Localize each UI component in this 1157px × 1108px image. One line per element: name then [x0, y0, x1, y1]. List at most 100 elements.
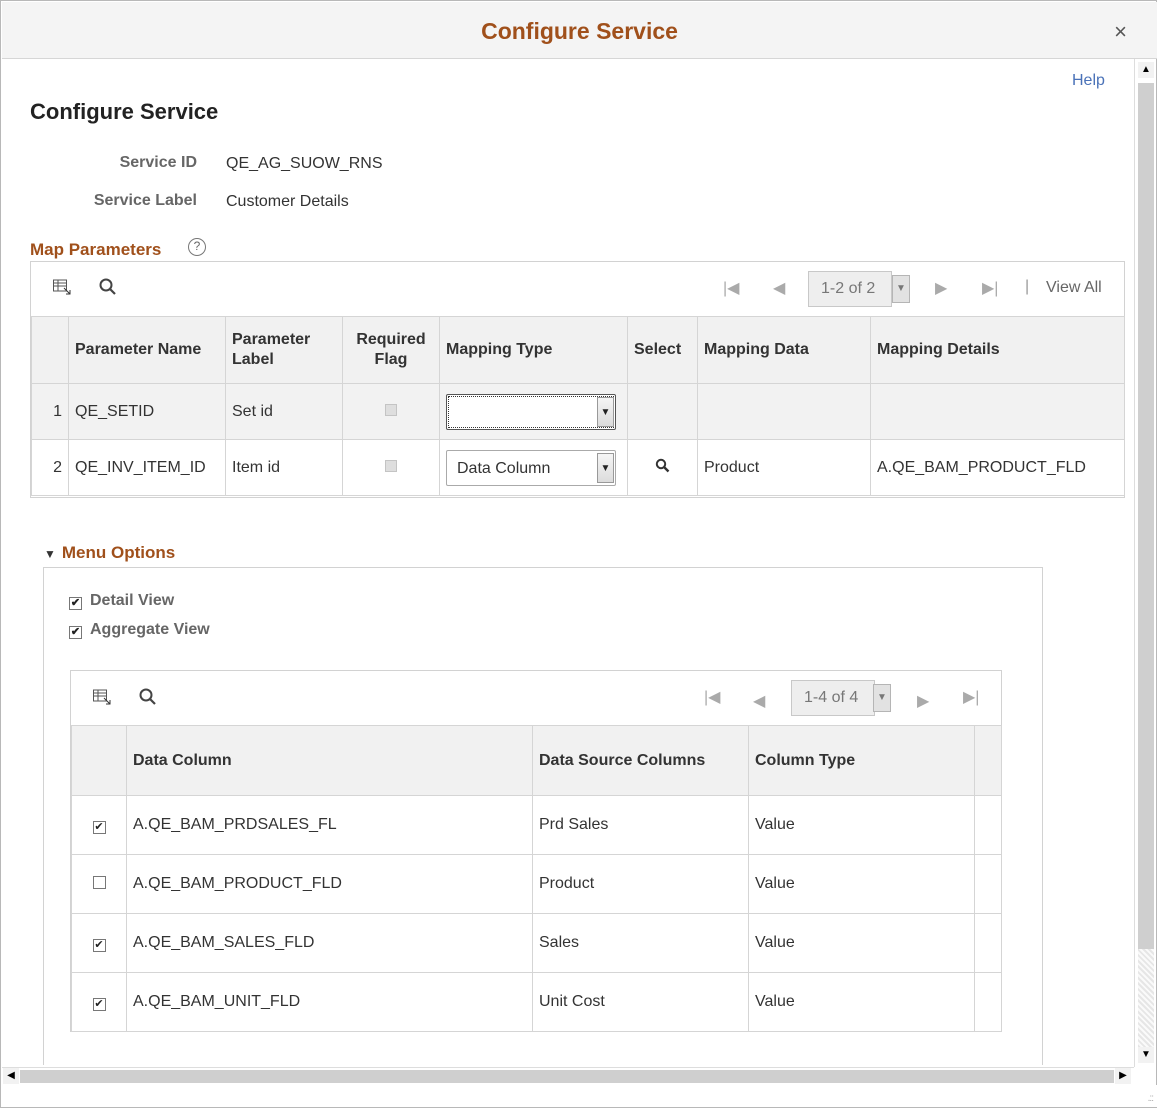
- row-checkbox-cell: [71, 854, 127, 914]
- prev-page-icon[interactable]: ◀: [773, 278, 785, 298]
- horizontal-scrollbar[interactable]: ◀ ▶: [2, 1067, 1134, 1084]
- table-row: A.QE_BAM_PRODUCT_FLD Product Value: [71, 854, 1002, 914]
- search-icon[interactable]: [99, 278, 117, 301]
- column-type: Value: [748, 972, 975, 1032]
- scroll-down-icon[interactable]: ▼: [1138, 1047, 1154, 1063]
- aggregate-view-option[interactable]: ✔ Aggregate View: [69, 621, 210, 639]
- scroll-left-icon[interactable]: ◀: [3, 1068, 19, 1084]
- menu-options-group: ✔ Detail View ✔ Aggregate View |◀ ◀ 1-4 of…: [43, 567, 1043, 1065]
- next-page-icon[interactable]: ▶: [917, 691, 929, 711]
- menu-options-header[interactable]: ▼ Menu Options: [44, 543, 175, 563]
- page-range-select[interactable]: 1-2 of 2: [808, 271, 892, 307]
- data-columns-table: Data Column Data Source Columns Column T…: [71, 725, 1002, 1032]
- last-page-icon[interactable]: ▶|: [963, 687, 979, 707]
- col-select: [71, 725, 127, 796]
- map-parameters-title: Map Parameters: [30, 240, 162, 259]
- col-mapping-type: Mapping Type: [439, 316, 628, 384]
- menu-options-title: Menu Options: [61, 543, 176, 562]
- select-cell: [627, 439, 698, 496]
- last-page-icon[interactable]: ▶|: [982, 278, 998, 298]
- page-range-select[interactable]: 1-4 of 4: [791, 680, 875, 716]
- row-number: 1: [31, 383, 69, 440]
- col-parameter-label: Parameter Label: [225, 316, 343, 384]
- data-source-column: Prd Sales: [532, 795, 749, 855]
- required-flag-checkbox: [342, 383, 440, 440]
- search-icon[interactable]: [139, 688, 157, 711]
- map-parameters-grid: |◀ ◀ 1-2 of 2 ▼ ▶ ▶| | View All Paramete…: [30, 261, 1125, 498]
- map-parameters-table: Parameter Name Parameter Label Required …: [31, 316, 1125, 496]
- mapping-data: Product: [697, 439, 871, 496]
- page-title: Configure Service: [30, 99, 219, 124]
- detail-view-label: Detail View: [90, 592, 175, 609]
- service-label-label: Service Label: [93, 192, 197, 209]
- prev-page-icon[interactable]: ◀: [753, 691, 765, 711]
- row-checkbox-cell: ✔: [71, 972, 127, 1032]
- next-page-icon[interactable]: ▶: [935, 278, 947, 298]
- data-column: A.QE_BAM_PRODUCT_FLD: [126, 854, 533, 914]
- grid-toolbar: |◀ ◀ 1-2 of 2 ▼ ▶ ▶| | View All: [31, 262, 1124, 316]
- col-column-type: Column Type: [748, 725, 975, 796]
- mapping-type-select[interactable]: ▼: [446, 393, 616, 430]
- filler-cell: [974, 854, 1002, 914]
- row-checkbox[interactable]: ✔: [92, 939, 106, 952]
- help-circle-icon[interactable]: ?: [188, 238, 206, 256]
- detail-view-option[interactable]: ✔ Detail View: [69, 592, 174, 610]
- vertical-scrollbar[interactable]: ▲ ▼: [1134, 59, 1156, 1067]
- col-data-column: Data Column: [126, 725, 533, 796]
- scroll-up-icon[interactable]: ▲: [1138, 62, 1154, 78]
- mapping-type-cell: ▼: [439, 383, 628, 440]
- triangle-down-icon[interactable]: ▼: [44, 547, 56, 561]
- chevron-down-icon[interactable]: ▼: [597, 396, 614, 427]
- row-checkbox-cell: ✔: [71, 913, 127, 973]
- column-type: Value: [748, 795, 975, 855]
- pager-separator: |: [1025, 278, 1030, 295]
- scroll-right-icon[interactable]: ▶: [1115, 1068, 1131, 1084]
- column-type: Value: [748, 913, 975, 973]
- first-page-icon[interactable]: |◀: [723, 278, 739, 298]
- lookup-magnifier-icon[interactable]: [655, 458, 670, 477]
- parameter-label: Item id: [225, 439, 343, 496]
- scrollbar-thumb[interactable]: [20, 1070, 1114, 1083]
- detail-view-checkbox[interactable]: ✔: [69, 597, 82, 610]
- mapping-details: A.QE_BAM_PRODUCT_FLD: [870, 439, 1125, 496]
- dialog-content: Help Configure Service Service ID QE_AG_…: [2, 59, 1134, 1065]
- col-select: Select: [627, 316, 698, 384]
- grid-personalize-icon[interactable]: [53, 279, 71, 300]
- mapping-details: [870, 383, 1125, 440]
- row-checkbox[interactable]: [92, 876, 106, 889]
- grid-toolbar: |◀ ◀ 1-4 of 4 ▼ ▶ ▶|: [71, 671, 1001, 725]
- chevron-down-icon[interactable]: ▼: [892, 275, 910, 303]
- aggregate-view-checkbox[interactable]: ✔: [69, 626, 82, 639]
- view-all-link[interactable]: View All: [1046, 279, 1102, 297]
- data-column: A.QE_BAM_PRDSALES_FL: [126, 795, 533, 855]
- required-flag-checkbox: [342, 439, 440, 496]
- first-page-icon[interactable]: |◀: [704, 687, 720, 707]
- mapping-type-cell: Data Column ▼: [439, 439, 628, 496]
- filler-cell: [974, 795, 1002, 855]
- chevron-down-icon[interactable]: ▼: [597, 452, 614, 483]
- help-link[interactable]: Help: [1072, 72, 1105, 90]
- chevron-down-icon[interactable]: ▼: [873, 684, 891, 712]
- col-data-source-columns: Data Source Columns: [532, 725, 749, 796]
- select-cell: [627, 383, 698, 440]
- data-column: A.QE_BAM_UNIT_FLD: [126, 972, 533, 1032]
- filler-cell: [974, 913, 1002, 973]
- mapping-type-select[interactable]: Data Column ▼: [446, 449, 616, 486]
- grid-personalize-icon[interactable]: [93, 689, 111, 710]
- column-type: Value: [748, 854, 975, 914]
- close-icon[interactable]: ×: [1114, 19, 1127, 45]
- row-checkbox[interactable]: ✔: [92, 998, 106, 1011]
- row-checkbox[interactable]: ✔: [92, 821, 106, 834]
- scrollbar-track[interactable]: [1138, 949, 1154, 1047]
- filler-cell: [974, 972, 1002, 1032]
- service-id-value: QE_AG_SUOW_RNS: [226, 155, 383, 172]
- scrollbar-thumb[interactable]: [1138, 83, 1154, 949]
- parameter-name: QE_INV_ITEM_ID: [68, 439, 226, 496]
- row-checkbox-cell: ✔: [71, 795, 127, 855]
- data-column: A.QE_BAM_SALES_FLD: [126, 913, 533, 973]
- table-row: ✔ A.QE_BAM_SALES_FLD Sales Value: [71, 913, 1002, 973]
- col-mapping-details: Mapping Details: [870, 316, 1125, 384]
- col-mapping-data: Mapping Data: [697, 316, 871, 384]
- resize-grip-icon[interactable]: .::: [1148, 1093, 1154, 1104]
- dialog-footer: .::: [2, 1085, 1157, 1107]
